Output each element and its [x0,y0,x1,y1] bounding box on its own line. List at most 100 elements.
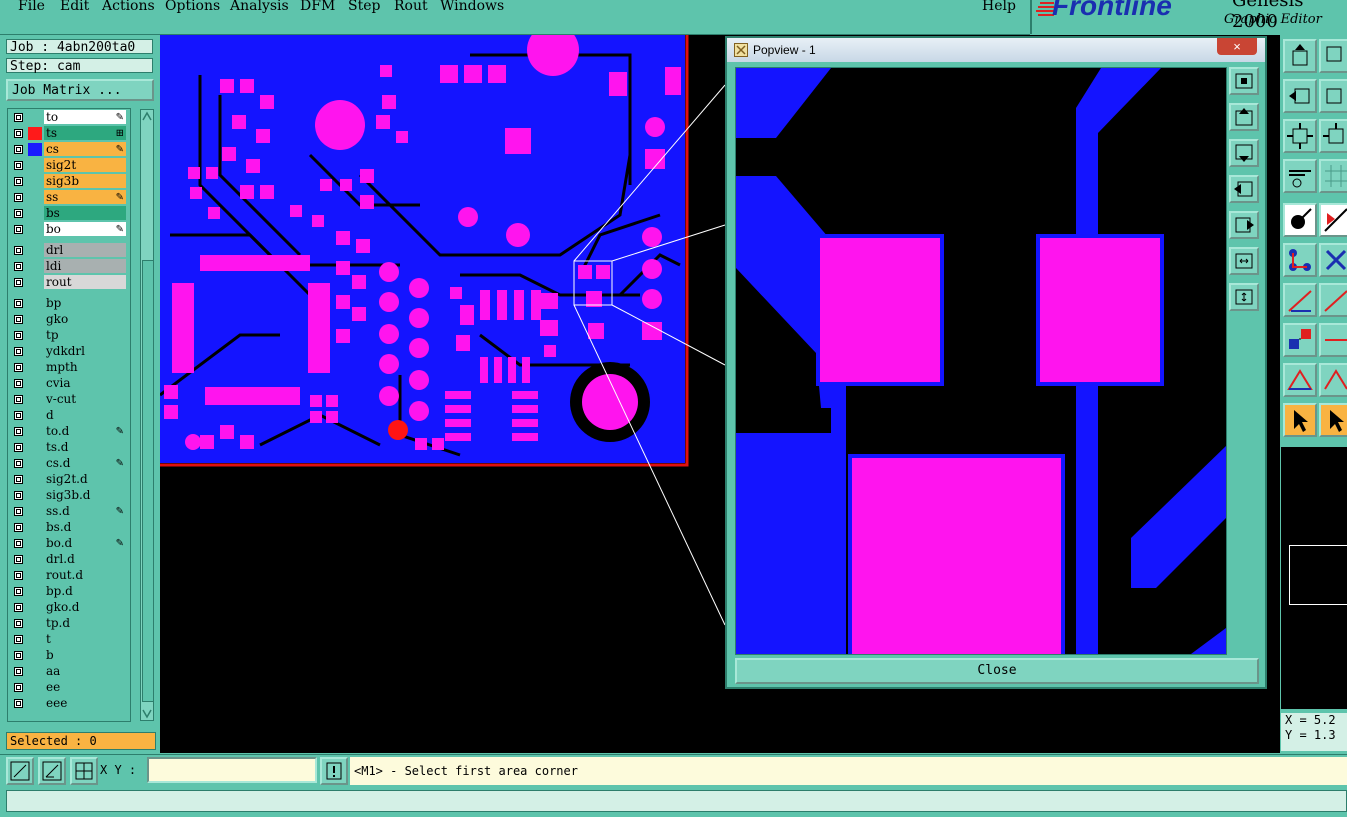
tool-angle[interactable] [1319,363,1347,397]
layer-name[interactable]: eee [44,696,126,710]
popview-tool-zoom-out[interactable] [1229,247,1259,275]
tool-zoom-area[interactable] [1319,119,1347,153]
tool-pan-right[interactable] [1319,79,1347,113]
layer-name[interactable]: bo.d ✎ [44,536,126,550]
layer-row-sig2t-d[interactable]: sig2t.d [8,472,130,487]
layer-row-ts[interactable]: ts ⊞ [8,126,130,141]
scroll-up-icon[interactable] [141,110,153,122]
layer-name[interactable]: ydkdrl [44,344,126,358]
popview-close-icon[interactable]: × [1217,38,1257,55]
layer-row-cvia[interactable]: cvia [8,376,130,391]
menu-analysis[interactable]: Analysis [230,0,289,14]
layer-row-t[interactable]: t [8,632,130,647]
layer-row-bp-d[interactable]: bp.d [8,584,130,599]
layer-name[interactable]: aa [44,664,126,678]
layer-row-tp[interactable]: tp [8,328,130,343]
tool-pan-left[interactable] [1283,79,1317,113]
layer-checkbox[interactable] [14,145,23,154]
layer-name[interactable]: gko.d [44,600,126,614]
tool-layer-down[interactable] [1319,39,1347,73]
layer-checkbox[interactable] [14,619,23,628]
menu-dfm[interactable]: DFM [300,0,335,14]
layer-checkbox[interactable] [14,411,23,420]
popview-tool-pan-up[interactable] [1229,103,1259,131]
menu-rout[interactable]: Rout [394,0,428,14]
layer-name[interactable]: bp [44,296,126,310]
overview-viewport[interactable] [1289,545,1347,605]
popview-canvas[interactable] [735,67,1227,655]
layer-name[interactable]: v-cut [44,392,126,406]
info-button[interactable] [320,757,348,785]
layer-row-drl[interactable]: drl [8,243,130,258]
layer-checkbox[interactable] [14,315,23,324]
layer-row-sig3b[interactable]: sig3b [8,174,130,189]
layer-color-swatch[interactable] [28,143,42,156]
tool-triangle[interactable] [1283,363,1317,397]
layer-name[interactable]: drl [44,243,126,257]
layer-row-bs[interactable]: bs [8,206,130,221]
layer-row-eee[interactable]: eee [8,696,130,711]
layer-checkbox[interactable] [14,491,23,500]
layer-row-to-d[interactable]: to.d ✎ [8,424,130,439]
layer-checkbox[interactable] [14,299,23,308]
layer-checkbox[interactable] [14,225,23,234]
layer-name[interactable]: cs.d ✎ [44,456,126,470]
layer-checkbox[interactable] [14,683,23,692]
snap-button[interactable] [6,757,34,785]
layer-row-bp[interactable]: bp [8,296,130,311]
tool-cross[interactable] [1319,243,1347,277]
layer-checkbox[interactable] [14,278,23,287]
tool-slope[interactable] [1319,283,1347,317]
layer-name[interactable]: gko [44,312,126,326]
tool-pointer-alt[interactable] [1319,403,1347,437]
layer-checkbox[interactable] [14,363,23,372]
tool-measure[interactable] [1283,159,1317,193]
layer-checkbox[interactable] [14,262,23,271]
layer-row-bo-d[interactable]: bo.d ✎ [8,536,130,551]
layer-row-ee[interactable]: ee [8,680,130,695]
layer-row-sig2t[interactable]: sig2t [8,158,130,173]
layer-row-cs-d[interactable]: cs.d ✎ [8,456,130,471]
popview-zoom-drawing[interactable] [736,68,1226,654]
layer-name[interactable]: sig3b.d [44,488,126,502]
menu-actions[interactable]: Actions [102,0,155,14]
layer-row-bo[interactable]: bo ✎ [8,222,130,237]
layer-name[interactable]: tp.d [44,616,126,630]
layer-name[interactable]: b [44,648,126,662]
layer-name[interactable]: bo ✎ [44,222,126,236]
layer-name[interactable]: sig2t.d [44,472,126,486]
layer-checkbox[interactable] [14,603,23,612]
popview-tool-pan-right[interactable] [1229,211,1259,239]
layer-row-ldi[interactable]: ldi [8,259,130,274]
layer-name[interactable]: bs.d [44,520,126,534]
tool-connect[interactable] [1283,243,1317,277]
menu-options[interactable]: Options [165,0,220,14]
layer-checkbox[interactable] [14,459,23,468]
measure-button[interactable] [38,757,66,785]
layer-name[interactable]: bp.d [44,584,126,598]
layer-checkbox[interactable] [14,539,23,548]
layer-row-v-cut[interactable]: v-cut [8,392,130,407]
layer-row-ydkdrl[interactable]: ydkdrl [8,344,130,359]
layer-checkbox[interactable] [14,571,23,580]
layer-checkbox[interactable] [14,347,23,356]
layer-row-rout[interactable]: rout [8,275,130,290]
layer-checkbox[interactable] [14,635,23,644]
job-matrix-button[interactable]: Job Matrix ... [6,79,154,101]
layer-row-b[interactable]: b [8,648,130,663]
layer-row-aa[interactable]: aa [8,664,130,679]
layer-name[interactable]: tp [44,328,126,342]
layer-name[interactable]: d [44,408,126,422]
layer-name[interactable]: to.d ✎ [44,424,126,438]
layer-checkbox[interactable] [14,443,23,452]
layer-row-mpth[interactable]: mpth [8,360,130,375]
layer-checkbox[interactable] [14,113,23,122]
layer-name[interactable]: t [44,632,126,646]
tool-select-net[interactable] [1319,203,1347,237]
tool-layer-up[interactable] [1283,39,1317,73]
layer-name[interactable]: sig3b [44,174,126,188]
popview-tool-pan-down[interactable] [1229,139,1259,167]
layer-name[interactable]: ss.d ✎ [44,504,126,518]
layer-row-drl-d[interactable]: drl.d [8,552,130,567]
layer-name[interactable]: drl.d [44,552,126,566]
